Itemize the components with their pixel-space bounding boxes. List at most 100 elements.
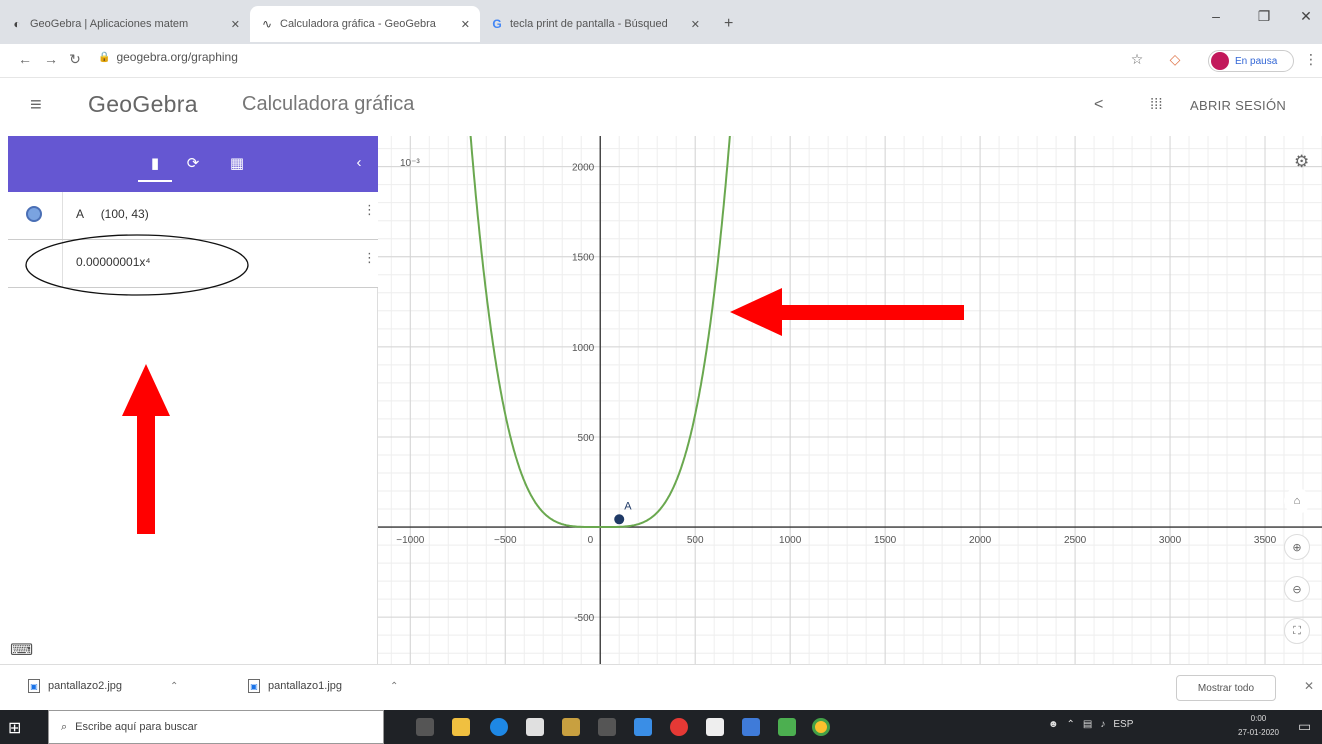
notepad-icon[interactable]	[706, 718, 724, 736]
x-tick-label: 0	[588, 535, 594, 546]
mail-icon[interactable]	[634, 718, 652, 736]
zoom-in-icon[interactable]: ⊕	[1284, 534, 1310, 560]
downloads-bar: ▣ pantallazo2.jpg ⌃ ▣ pantallazo1.jpg ⌃ …	[0, 664, 1322, 710]
x-tick-label: −1000	[396, 535, 425, 546]
calculator-icon[interactable]: ▮	[144, 154, 166, 172]
point-label: A	[76, 207, 84, 221]
row-menu-icon[interactable]: ⋮	[363, 202, 376, 218]
x-tick-label: 1500	[874, 535, 897, 546]
lock-icon: 🔒	[98, 51, 111, 63]
settings-icon[interactable]: ⚙	[1294, 152, 1309, 172]
collapse-panel-icon[interactable]: ‹	[348, 154, 370, 171]
search-placeholder: Escribe aquí para buscar	[75, 721, 198, 733]
browser-tab-strip: ◐ GeoGebra | Aplicaciones matem ✕ ∿ Calc…	[0, 0, 1322, 44]
table-icon[interactable]: ▦	[226, 154, 248, 172]
new-tab-button[interactable]: +	[714, 6, 744, 42]
chevron-up-icon[interactable]: ⌃	[390, 681, 398, 692]
network-icon[interactable]: ▤	[1083, 719, 1092, 730]
avatar	[1211, 52, 1229, 70]
tab-title: Calculadora gráfica - GeoGebra	[280, 18, 436, 30]
x-tick-label: 2500	[1064, 535, 1087, 546]
browser-tab-2[interactable]: ∿ Calculadora gráfica - GeoGebra ✕	[250, 6, 480, 42]
edge-icon[interactable]	[490, 718, 508, 736]
back-icon[interactable]: ←	[16, 51, 34, 67]
y-tick-label: 2000	[572, 163, 595, 174]
close-tab-icon[interactable]: ✕	[231, 18, 240, 31]
language-indicator[interactable]: ESP	[1113, 719, 1133, 730]
share-icon[interactable]: <	[1094, 96, 1103, 114]
show-all-button[interactable]: Mostrar todo	[1176, 675, 1276, 701]
keyboard-icon[interactable]: ⌨	[10, 640, 33, 660]
point-marker-icon[interactable]	[26, 206, 42, 222]
opera-icon[interactable]	[670, 718, 688, 736]
download-item[interactable]: ▣ pantallazo2.jpg ⌃	[28, 679, 178, 693]
graphics-view[interactable]: −1000 −500 500 1000 1500 2000 2500 3000 3500 0 -50…	[378, 136, 1322, 664]
browser-menu-icon[interactable]: ⋮	[1302, 51, 1320, 68]
apps-grid-icon[interactable]: ⁞⁞⁞	[1150, 96, 1163, 113]
close-icon[interactable]: ✕	[1304, 679, 1314, 693]
maximize-icon[interactable]: ❐	[1244, 8, 1284, 25]
row-menu-icon[interactable]: ⋮	[363, 250, 376, 266]
app-header: ≡ GeoGebra Calculadora gráfica < ⁞⁞⁞ ABR…	[0, 78, 1322, 136]
home-icon[interactable]: ⌂	[1284, 488, 1310, 514]
red-arrow-up-annotation	[122, 364, 170, 534]
chevron-up-icon[interactable]: ⌃	[170, 681, 178, 692]
profile-label: En pausa	[1235, 55, 1278, 67]
point-a-label: A	[624, 500, 632, 512]
y-tick-label: 500	[578, 433, 595, 444]
y-axis-label: 10⁻³	[400, 158, 420, 169]
x-tick-label: 500	[687, 535, 704, 546]
system-tray: ☻ ⌃ ▤ ♪ ESP	[1048, 719, 1133, 730]
browser-tab-1[interactable]: ◐ GeoGebra | Aplicaciones matem ✕	[0, 6, 250, 42]
people-icon[interactable]: ☻	[1048, 719, 1059, 730]
extension-icon[interactable]: ◇	[1166, 51, 1184, 68]
x-tick-label: −500	[494, 535, 517, 546]
store-icon[interactable]	[562, 718, 580, 736]
point-value: (100, 43)	[100, 207, 149, 221]
y-tick-label: -500	[574, 613, 594, 624]
graph-canvas[interactable]: −1000 −500 500 1000 1500 2000 2500 3000 3500 0 -50…	[378, 136, 1322, 664]
clock[interactable]: 0:00 27-01-2020	[1238, 712, 1279, 740]
spreadsheet-icon[interactable]	[778, 718, 796, 736]
download-item[interactable]: ▣ pantallazo1.jpg ⌃	[248, 679, 398, 693]
windows-taskbar: ⊞ ⌕ Escribe aquí para buscar ☻ ⌃ ▤ ♪ ESP…	[0, 710, 1322, 744]
zoom-out-icon[interactable]: ⊖	[1284, 576, 1310, 602]
x-tick-label: 3000	[1159, 535, 1182, 546]
taskbar-search-input[interactable]: ⌕ Escribe aquí para buscar	[48, 710, 384, 744]
chrome-icon[interactable]	[812, 718, 830, 736]
tools-icon[interactable]: ⟳	[182, 154, 204, 172]
algebra-panel: ▮ ⟳ ▦ ‹ A (100, 43) ⋮ 0.00000001x⁴ ⋮	[8, 136, 378, 664]
forward-icon[interactable]: →	[42, 51, 60, 67]
algebra-entry: A (100, 43)	[76, 207, 149, 221]
fullscreen-icon[interactable]: ⛶	[1284, 618, 1310, 644]
task-view-icon[interactable]	[416, 718, 434, 736]
menu-icon[interactable]: ≡	[30, 94, 42, 117]
x-tick-label: 1000	[779, 535, 802, 546]
sign-in-button[interactable]: ABRIR SESIÓN	[1190, 98, 1286, 113]
active-tab-indicator	[138, 180, 172, 182]
address-bar[interactable]: 🔒 geogebra.org/graphing	[98, 50, 238, 64]
browser-toolbar: ← → ↻ 🔒 geogebra.org/graphing ☆ ◇ En pau…	[0, 44, 1322, 78]
volume-icon[interactable]: ♪	[1100, 719, 1105, 730]
profile-button[interactable]: En pausa	[1208, 50, 1294, 72]
star-icon[interactable]: ☆	[1128, 51, 1146, 68]
reload-icon[interactable]: ↻	[66, 51, 84, 68]
windows-start-icon[interactable]: ⊞	[8, 718, 21, 738]
x-tick-label: 3500	[1254, 535, 1277, 546]
close-tab-icon[interactable]: ✕	[461, 18, 470, 31]
app-icon[interactable]	[526, 718, 544, 736]
app-icon[interactable]	[742, 718, 760, 736]
google-icon: G	[492, 17, 502, 31]
image-file-icon: ▣	[28, 679, 40, 693]
notifications-icon[interactable]: ▭	[1298, 718, 1311, 735]
red-arrow-left-annotation	[730, 288, 964, 336]
close-tab-icon[interactable]: ✕	[691, 18, 700, 31]
minimize-icon[interactable]: –	[1196, 8, 1236, 24]
file-explorer-icon[interactable]	[452, 718, 470, 736]
point-a-marker	[614, 514, 625, 525]
chevron-up-icon[interactable]: ⌃	[1067, 719, 1075, 730]
app-icon[interactable]	[598, 718, 616, 736]
close-window-icon[interactable]: ✕	[1286, 8, 1322, 25]
tab-title: GeoGebra | Aplicaciones matem	[30, 18, 189, 30]
browser-tab-3[interactable]: G tecla print de pantalla - Búsqued ✕	[480, 6, 710, 42]
